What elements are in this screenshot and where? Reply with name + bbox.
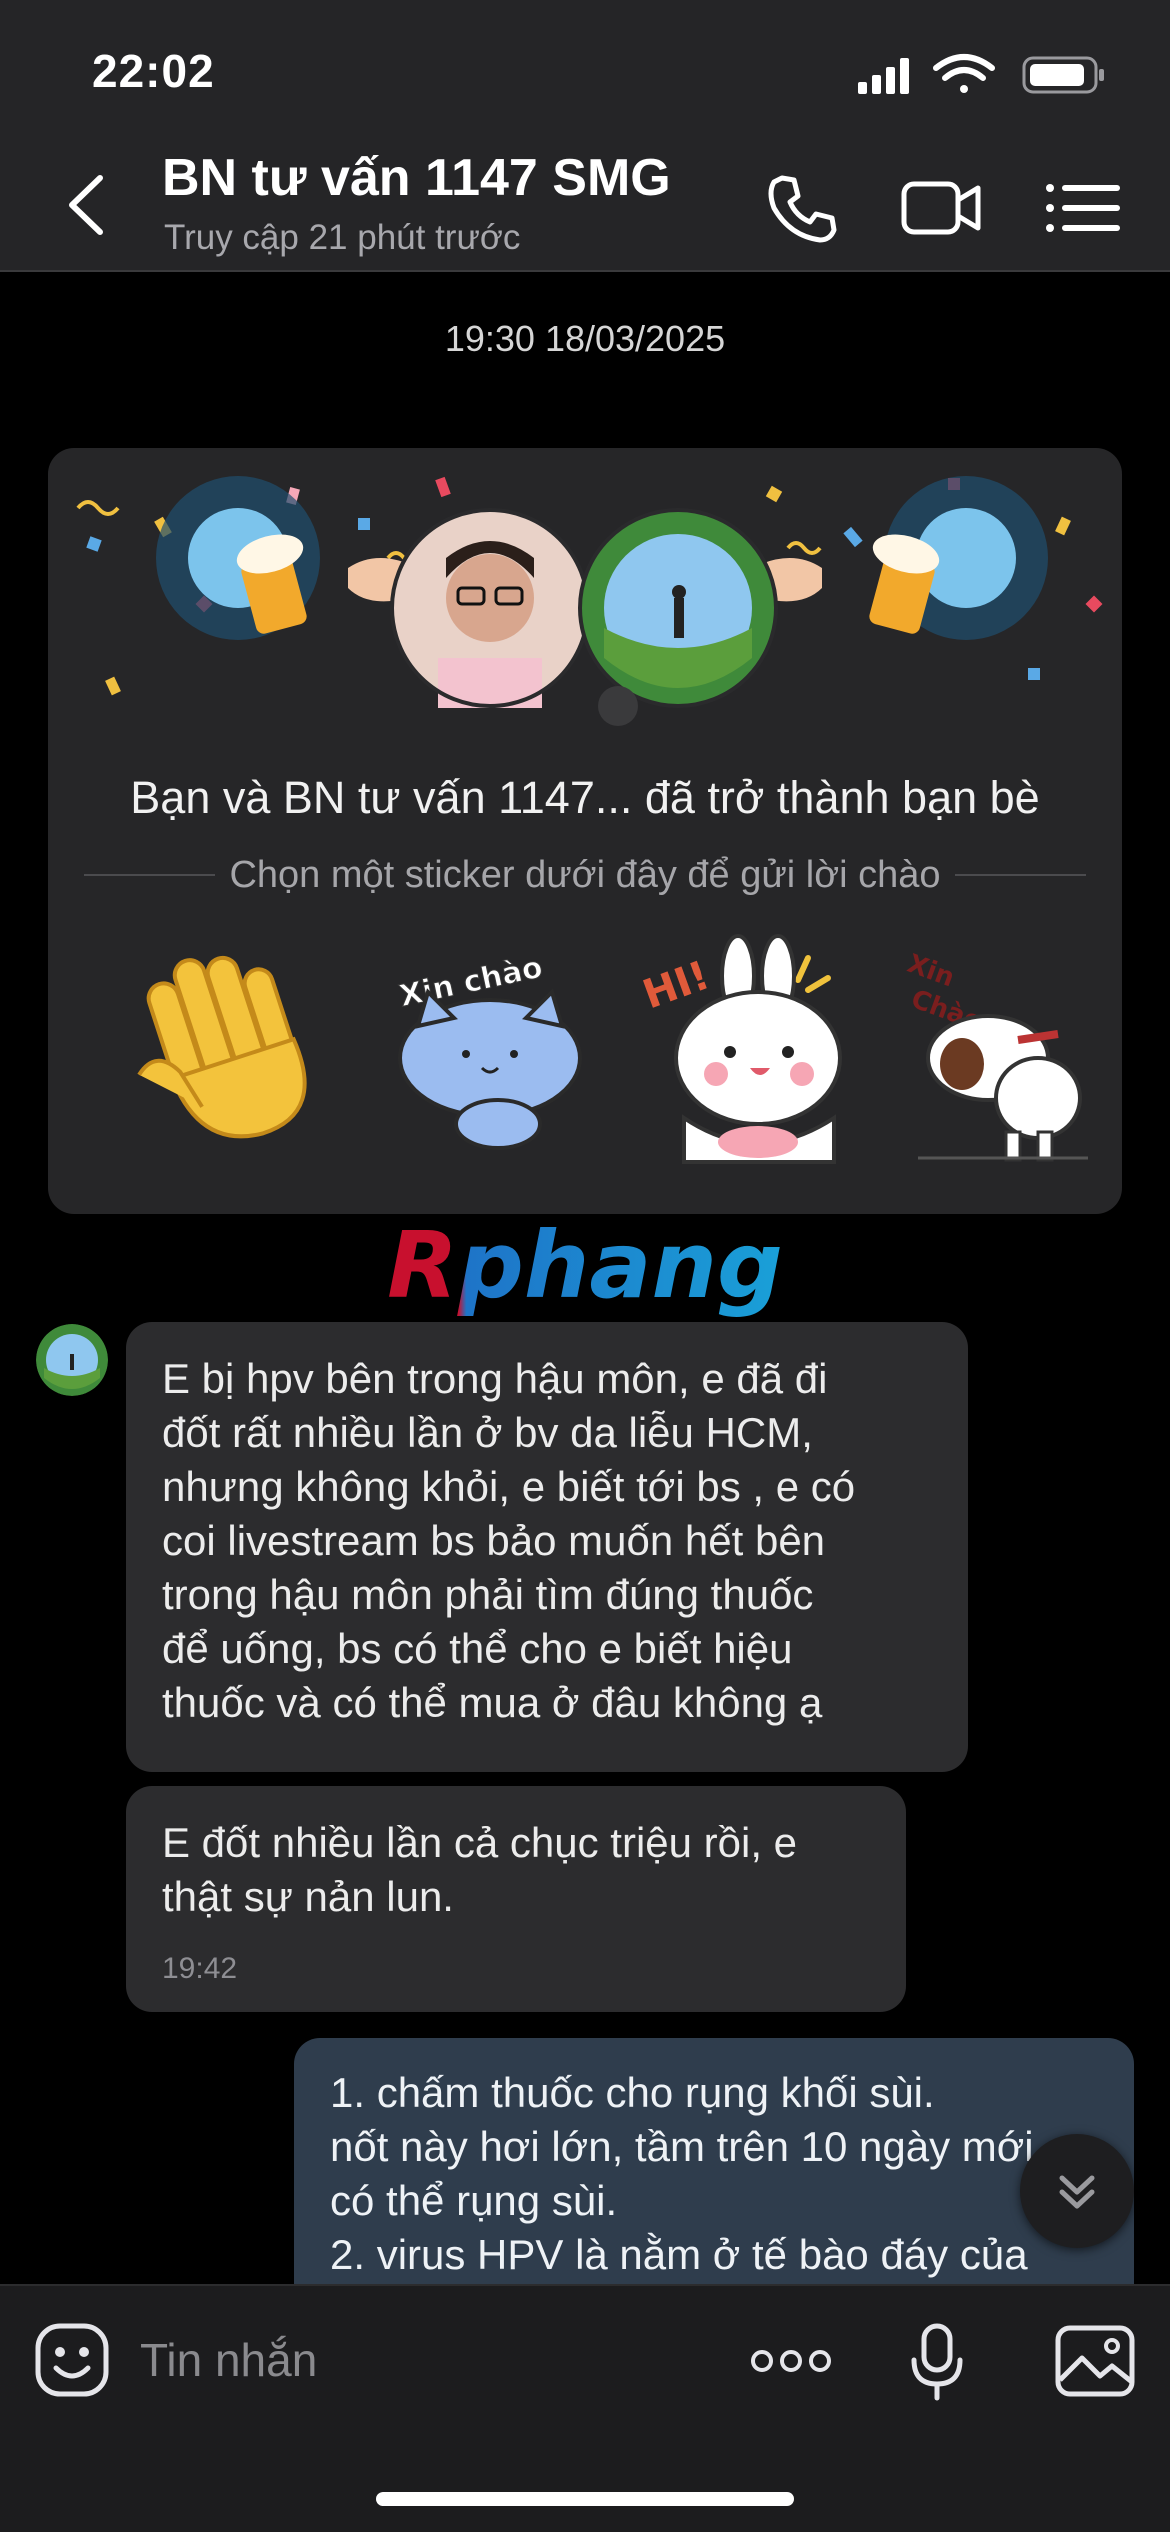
- beer-mug-left-icon: [156, 476, 418, 640]
- sender-avatar[interactable]: [36, 1324, 108, 1396]
- status-time: 22:02: [92, 45, 215, 97]
- message-composer: [0, 2284, 1170, 2532]
- message-text-line: 2. virus HPV là nằm ở tế bào đáy của: [330, 2231, 1028, 2278]
- more-options-icon[interactable]: [748, 2336, 834, 2386]
- message-text-line: để uống, bs có thể cho e biết hiệu: [162, 1625, 793, 1672]
- sticker-smiley-icon[interactable]: [34, 2322, 110, 2398]
- page-title[interactable]: BN tư vấn 1147 SMG: [162, 148, 671, 208]
- message-text-line: đốt rất nhiều lần ở bv da liễu HCM,: [162, 1409, 813, 1456]
- status-icons: [858, 54, 1104, 94]
- message-input[interactable]: [140, 2330, 700, 2390]
- menu-list-icon[interactable]: [1040, 168, 1124, 248]
- incoming-message-bubble[interactable]: E bị hpv bên trong hậu môn, e đã đi đốt …: [126, 1322, 968, 1772]
- phone-call-icon[interactable]: [760, 168, 844, 248]
- double-chevron-down-icon: [1059, 2175, 1095, 2209]
- back-chevron-icon[interactable]: [60, 170, 120, 240]
- image-gallery-icon[interactable]: [1054, 2324, 1136, 2398]
- cellular-signal-icon: [858, 58, 909, 94]
- welcome-subtitle-row: Chọn một sticker dưới đây để gửi lời chà…: [84, 850, 1087, 900]
- home-indicator: [376, 2492, 794, 2506]
- welcome-subtitle: Chọn một sticker dưới đây để gửi lời chà…: [229, 853, 941, 896]
- beer-mug-right-icon: [752, 476, 1048, 640]
- message-text-line: nốt này hơi lớn, tầm trên 10 ngày mới: [330, 2123, 1034, 2170]
- video-call-icon[interactable]: [900, 168, 984, 248]
- friend-avatar: [578, 508, 778, 726]
- message-text-line: có thể rụng sùi.: [330, 2177, 618, 2224]
- watermark-text: Rphang: [387, 1215, 783, 1319]
- message-text-line: thuốc và có thể mua ở đâu không ạ: [162, 1679, 823, 1726]
- date-separator: 19:30 18/03/2025: [444, 318, 726, 359]
- message-text-line: E bị hpv bên trong hậu môn, e đã đi: [162, 1355, 828, 1402]
- message-text-line: coi livestream bs bảo muốn hết bên: [162, 1517, 826, 1564]
- navigation-header: 22:02 BN tư vấn 1147 SMG Truy cập 21 phú…: [0, 0, 1170, 272]
- message-text-line: E đốt nhiều lần cả chục triệu rồi, e: [162, 1819, 798, 1866]
- message-text-line: nhưng không khỏi, e biết tới bs , e có: [162, 1463, 856, 1510]
- my-avatar: [390, 508, 590, 708]
- dog-xin-chao-sticker[interactable]: Xin Chào: [888, 928, 1118, 1168]
- friend-welcome-card: Bạn và BN tư vấn 1147... đã trở thành bạ…: [48, 448, 1122, 1214]
- last-seen-status: Truy cập 21 phút trước: [164, 218, 521, 257]
- watermark-logo: Rphang: [387, 1215, 783, 1319]
- wifi-icon: [933, 54, 995, 93]
- scroll-to-bottom-button[interactable]: [1020, 2134, 1134, 2248]
- welcome-title: Bạn và BN tư vấn 1147... đã trở thành bạ…: [130, 772, 1040, 823]
- message-text-line: 1. chấm thuốc cho rụng khối sùi.: [330, 2069, 935, 2116]
- svg-text:Xin: Xin: [903, 949, 958, 993]
- waving-hand-sticker[interactable]: [108, 928, 338, 1168]
- message-timestamp: 19:42: [162, 1952, 238, 1985]
- blue-cat-xin-chao-sticker[interactable]: Xin chào: [378, 928, 608, 1168]
- greeting-sticker-row: Xin chào HI! Xin Chào: [48, 928, 1122, 1168]
- message-text-line: trong hậu môn phải tìm đúng thuốc: [162, 1571, 814, 1618]
- celebration-banner: [76, 476, 1103, 726]
- bunny-hi-sticker[interactable]: HI!: [638, 928, 868, 1168]
- divider-line: [954, 874, 1087, 876]
- divider-line: [84, 874, 216, 876]
- message-text-line: thật sự nản lun.: [162, 1873, 454, 1920]
- microphone-icon[interactable]: [906, 2322, 968, 2402]
- battery-icon: [1022, 56, 1104, 94]
- incoming-message-bubble[interactable]: E đốt nhiều lần cả chục triệu rồi, e thậ…: [126, 1786, 906, 2012]
